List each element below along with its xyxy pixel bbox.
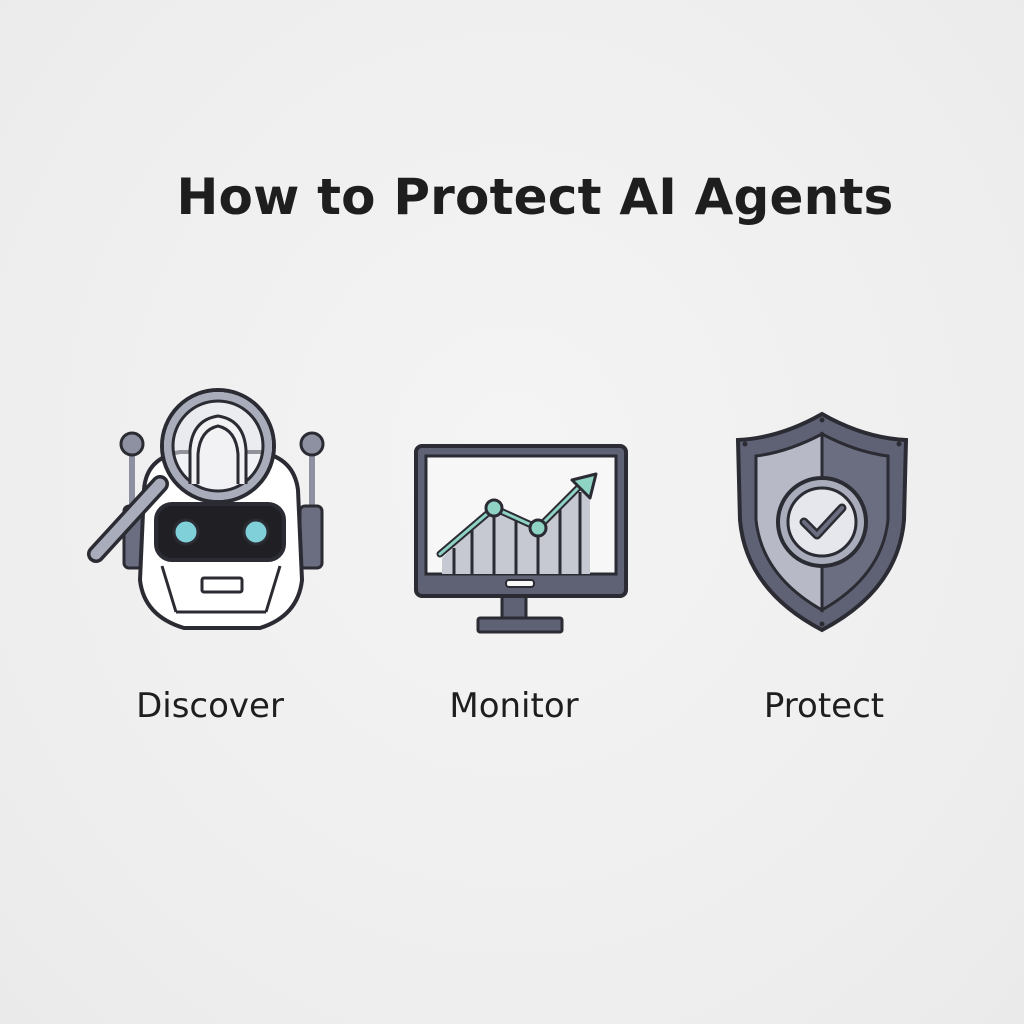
monitor-chart-icon <box>414 444 628 634</box>
step-protect: Protect <box>694 380 954 740</box>
robot-magnifier-icon <box>87 388 325 630</box>
step-discover: Discover <box>80 380 340 740</box>
page-title: How to Protect AI Agents <box>176 168 894 226</box>
step-label-monitor: Monitor <box>449 686 579 726</box>
step-label-discover: Discover <box>136 686 284 726</box>
page-background: How to Protect AI Agents Discover Monito… <box>0 0 1024 1024</box>
step-label-protect: Protect <box>763 686 885 726</box>
step-monitor: Monitor <box>384 380 644 740</box>
shield-check-icon <box>735 411 909 633</box>
